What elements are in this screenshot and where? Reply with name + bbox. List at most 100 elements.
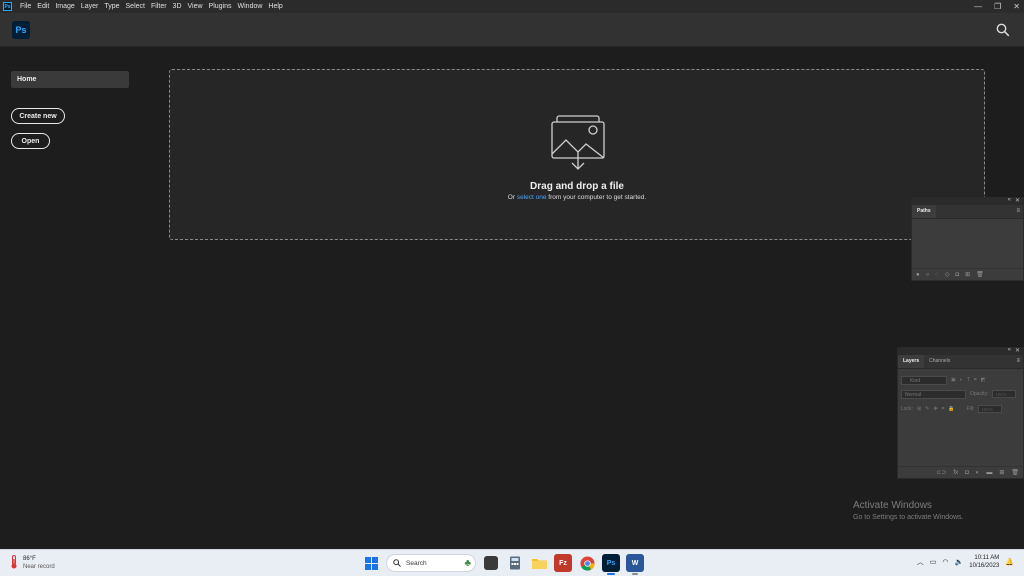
lock-all-icon[interactable]: 🔒 [948,406,954,412]
clock-date: 10/16/2023 [969,563,1000,569]
filter-adjustment-icon[interactable]: ◐ [960,377,963,383]
make-path-icon[interactable]: ◇ [945,271,950,278]
menu-select[interactable]: Select [123,0,148,13]
tab-layers[interactable]: Layers [898,355,925,368]
photoshop-window: Ps File Edit Image Layer Type Select Fil… [0,0,1024,576]
layers-panel-footer: ⊂⊃ fx ◘ ◐ ▬ ⊞ 🗑 [898,466,1023,478]
menu-layer[interactable]: Layer [78,0,102,13]
drop-zone-title: Drag and drop a file [530,181,624,192]
load-selection-icon[interactable]: ◌ [935,272,939,278]
clock[interactable]: 10:11 AM 10/16/2023 [969,554,999,570]
chrome-icon[interactable] [578,554,596,572]
chevron-up-icon[interactable]: ︿ [917,557,924,567]
fill-path-icon[interactable]: ● [916,272,920,278]
calculator-icon[interactable] [506,554,524,572]
close-panel-icon[interactable]: ✕ [1015,347,1020,354]
menu-image[interactable]: Image [52,0,77,13]
filter-type-icon[interactable]: T [967,377,970,383]
weather-widget[interactable]: 86°F Near record [10,555,55,571]
photoshop-taskbar-icon[interactable]: Ps [602,554,620,575]
lock-row: Lock: ⊞ ✎ ✥ ⌗ 🔒 Fill: 100% [901,404,1003,414]
drop-zone[interactable]: Drag and drop a file Or select one from … [169,69,985,240]
monitor-icon[interactable]: ▭ [930,558,937,566]
watermark-title: Activate Windows [853,500,932,511]
menu-filter[interactable]: Filter [148,0,170,13]
create-new-button[interactable]: Create new [11,108,65,124]
tab-paths[interactable]: Paths [912,205,936,218]
delete-path-icon[interactable]: 🗑 [976,271,984,278]
wifi-icon[interactable]: ◠ [942,558,948,566]
task-view-icon[interactable] [484,556,498,570]
filter-shape-icon[interactable]: ⌗ [974,377,977,383]
search-icon[interactable] [996,23,1010,37]
tab-channels[interactable]: Channels [924,355,955,368]
word-icon[interactable]: W [626,554,644,575]
app-icon[interactable]: Ps [3,2,12,11]
collapse-icon[interactable]: « [1008,347,1011,353]
panel-topstrip: « ✕ [898,347,1023,355]
system-tray: ︿ ▭ ◠ 🔈 10:11 AM 10/16/2023 🔔 [917,554,1014,570]
notification-icon[interactable]: 🔔 [1005,558,1014,566]
menu-window[interactable]: Window [235,0,266,13]
close-button[interactable]: ✕ [1013,0,1020,13]
windows-taskbar: 86°F Near record Search ♣ Fz Ps W ︿ ▭ ◠ … [0,549,1024,576]
stroke-path-icon[interactable]: ○ [926,272,930,278]
add-mask-icon[interactable]: ◘ [955,272,959,278]
home-header: Ps [0,13,1024,47]
fx-icon[interactable]: fx [953,470,958,476]
drop-sub-suffix: from your computer to get started. [546,194,647,201]
start-button[interactable] [362,554,380,572]
search-placeholder: Search [406,559,427,567]
taskbar-search[interactable]: Search ♣ [386,554,476,572]
lock-paint-icon[interactable]: ✎ [925,406,929,412]
panel-menu-icon[interactable]: ≡ [1016,208,1020,214]
add-mask-icon[interactable]: ◘ [965,470,969,476]
minimize-button[interactable]: — [974,0,982,13]
delete-layer-icon[interactable]: 🗑 [1011,469,1019,476]
restore-button[interactable]: ❐ [994,0,1001,13]
menu-plugins[interactable]: Plugins [206,0,235,13]
blend-mode-select[interactable]: Normal [901,389,966,399]
new-layer-icon[interactable]: ⊞ [999,469,1004,476]
panel-menu-icon[interactable]: ≡ [1016,358,1020,364]
image-upload-icon [551,115,605,170]
taskbar-apps: Search ♣ Fz Ps W [362,554,644,575]
menu-bar: Ps File Edit Image Layer Type Select Fil… [0,0,1024,13]
thermometer-icon [11,555,17,569]
menu-help[interactable]: Help [265,0,285,13]
filter-smart-icon[interactable]: ◩ [981,377,986,383]
watermark-subtitle: Go to Settings to activate Windows. [853,514,964,521]
menu-3d[interactable]: 3D [170,0,185,13]
file-explorer-icon[interactable] [530,554,548,572]
link-layers-icon[interactable]: ⊂⊃ [936,469,946,476]
filter-row: Kind ▣ ◐ T ⌗ ◩ [901,375,985,385]
filezilla-icon[interactable]: Fz [554,554,572,572]
close-panel-icon[interactable]: ✕ [1015,197,1020,204]
open-button[interactable]: Open [11,133,50,149]
select-one-link[interactable]: select one [517,194,547,201]
menu-view[interactable]: View [185,0,206,13]
lock-position-icon[interactable]: ✥ [933,406,937,412]
windows-logo-icon [364,556,378,570]
sidebar-item-home[interactable]: Home [11,71,129,88]
clock-time: 10:11 AM [974,555,1000,561]
kind-filter-select[interactable]: Kind [901,375,947,385]
search-icon [393,559,401,567]
menu-edit[interactable]: Edit [34,0,52,13]
menu-file[interactable]: File [17,0,34,13]
lock-artboard-icon[interactable]: ⌗ [942,406,945,412]
lock-pixels-icon[interactable]: ⊞ [917,406,921,412]
adjustment-layer-icon[interactable]: ◐ [976,470,980,476]
fill-field[interactable]: 100% [978,405,1003,413]
layers-panel-tabs: Layers Channels ≡ [898,355,1023,369]
menu-type[interactable]: Type [101,0,122,13]
opacity-field[interactable]: 100% [992,390,1017,398]
filter-pixel-icon[interactable]: ▣ [951,377,956,383]
new-path-icon[interactable]: ⊞ [965,271,970,278]
activate-windows-watermark: Activate Windows Go to Settings to activ… [853,500,964,521]
new-group-icon[interactable]: ▬ [986,470,992,476]
drop-sub-prefix: Or [507,194,517,201]
opacity-label: Opacity: [970,391,989,397]
collapse-icon[interactable]: « [1008,197,1011,203]
speaker-icon[interactable]: 🔈 [955,558,964,566]
